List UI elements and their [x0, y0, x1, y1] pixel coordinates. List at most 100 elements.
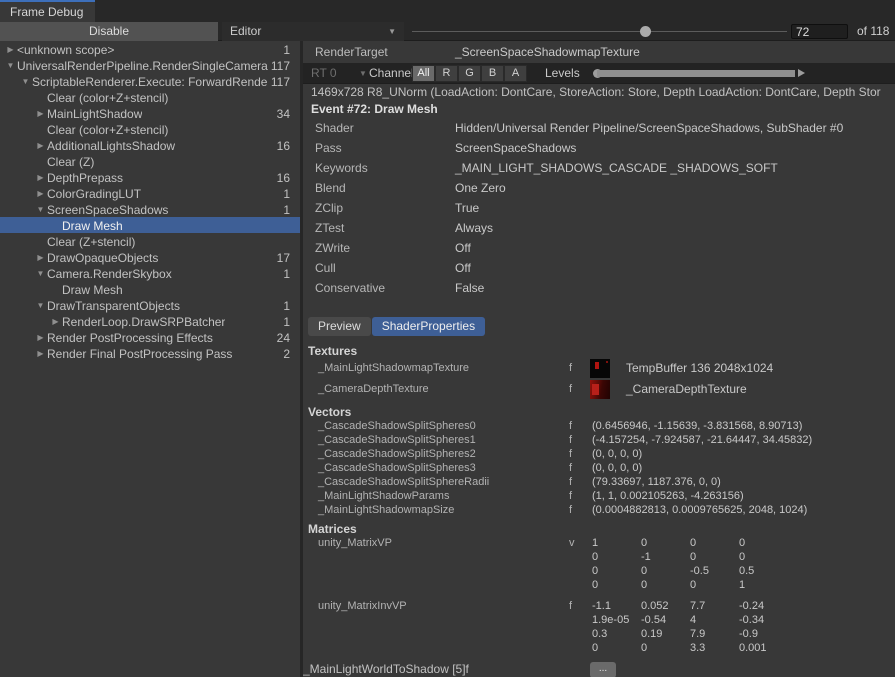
chevron-down-icon[interactable]: ▼: [19, 75, 32, 89]
matrix-cell: 0: [690, 578, 739, 592]
channel-button-g[interactable]: G: [458, 65, 481, 82]
tree-row[interactable]: Clear (color+Z+stencil): [0, 89, 300, 105]
chevron-right-icon[interactable]: ▶: [34, 107, 47, 121]
frame-number-input[interactable]: [791, 24, 848, 39]
matrix-cell: 0: [641, 564, 690, 578]
chevron-right-icon[interactable]: ▶: [34, 251, 47, 265]
chevron-right-icon[interactable]: ▶: [34, 139, 47, 153]
channel-button-a[interactable]: A: [504, 65, 527, 82]
chevron-right-icon[interactable]: ▶: [34, 331, 47, 345]
vector-flag: f: [569, 475, 572, 489]
matrix-line: 0001: [592, 578, 895, 592]
matrix-cell: 0: [739, 536, 788, 550]
chevron-down-icon: ▼: [388, 22, 396, 41]
tab-shaderproperties[interactable]: ShaderProperties: [372, 317, 485, 336]
matrix-cell: -0.5: [690, 564, 739, 578]
matrix-cell: 1.9e-05: [592, 613, 641, 627]
tree-row[interactable]: ▶RenderLoop.DrawSRPBatcher1: [0, 313, 300, 329]
matrix-cell: 0: [592, 578, 641, 592]
texture-flag: f: [569, 379, 572, 399]
texture-name: _CameraDepthTexture: [318, 379, 429, 399]
tree-row[interactable]: ▶MainLightShadow34: [0, 105, 300, 121]
chevron-down-icon[interactable]: ▼: [34, 203, 47, 217]
matrix-values: -1.10.0527.7-0.241.9e-05-0.544-0.340.30.…: [592, 599, 895, 655]
tab-preview[interactable]: Preview: [308, 317, 371, 336]
channel-button-r[interactable]: R: [435, 65, 458, 82]
matrix-cell: -0.9: [739, 627, 788, 641]
disable-button[interactable]: Disable: [0, 22, 218, 41]
vector-flag: f: [569, 503, 572, 517]
chevron-right-icon[interactable]: ▶: [34, 347, 47, 361]
tree-row[interactable]: Clear (Z): [0, 153, 300, 169]
tab-frame-debug[interactable]: Frame Debug: [0, 0, 95, 22]
vector-value: (0.6456946, -1.15639, -3.831568, 8.90713…: [592, 419, 802, 433]
matrix-cell: 1: [739, 578, 788, 592]
tree-row[interactable]: Draw Mesh: [0, 281, 300, 297]
frame-slider[interactable]: [412, 31, 787, 32]
levels-slider[interactable]: [593, 69, 805, 78]
tree-row-label: <unknown scope>: [17, 43, 114, 57]
matrix-cell: -0.54: [641, 613, 690, 627]
channel-button-all[interactable]: All: [412, 65, 435, 82]
tree-row[interactable]: ▼DrawTransparentObjects1: [0, 297, 300, 313]
matrix-cell: 0: [592, 641, 641, 655]
matrix-cell: 0: [690, 550, 739, 564]
property-label: Conservative: [315, 278, 455, 298]
frame-debugger-window: Frame Debug Disable Editor ▼ of 118 ▶<un…: [0, 0, 895, 677]
property-value: Hidden/Universal Render Pipeline/ScreenS…: [455, 121, 843, 135]
matrix-cell: 0: [641, 578, 690, 592]
tree-row[interactable]: ▶Render Final PostProcessing Pass2: [0, 345, 300, 361]
tree-row[interactable]: ▶DrawOpaqueObjects17: [0, 249, 300, 265]
chevron-right-icon[interactable]: ▶: [34, 187, 47, 201]
detail-tabs: PreviewShaderProperties: [308, 317, 895, 339]
tree-row-count: 24: [277, 331, 290, 345]
tree-row[interactable]: ▶Render PostProcessing Effects24: [0, 329, 300, 345]
channel-button-b[interactable]: B: [481, 65, 504, 82]
tree-row-label: Clear (color+Z+stencil): [47, 91, 168, 105]
channel-buttons: AllRGBA: [412, 65, 527, 82]
tree-row[interactable]: ▼ScreenSpaceShadows1: [0, 201, 300, 217]
vector-row: _CascadeShadowSplitSpheres3f(0, 0, 0, 0): [303, 461, 895, 475]
chevron-down-icon[interactable]: ▼: [4, 59, 17, 73]
texture-thumbnail[interactable]: [590, 380, 610, 399]
tree-row-label: Camera.RenderSkybox: [47, 267, 172, 281]
chevron-right-icon[interactable]: ▶: [4, 43, 17, 57]
event-tree: ▶<unknown scope>1▼UniversalRenderPipelin…: [0, 41, 300, 361]
property-label: Blend: [315, 178, 455, 198]
tree-row-count: 2: [283, 347, 290, 361]
chevron-right-icon[interactable]: ▶: [49, 315, 62, 329]
tree-row[interactable]: ▼ScriptableRenderer.Execute: ForwardRend…: [0, 73, 300, 89]
rt-dropdown[interactable]: RT 0 ▼: [311, 63, 367, 84]
expand-array-button[interactable]: ...: [590, 662, 616, 677]
levels-slider-max-handle[interactable]: [798, 69, 805, 77]
matrix-cell: 3.3: [690, 641, 739, 655]
chevron-down-icon[interactable]: ▼: [34, 267, 47, 281]
frame-slider-thumb[interactable]: [640, 26, 651, 37]
tree-row[interactable]: Clear (color+Z+stencil): [0, 121, 300, 137]
tree-row[interactable]: ▶ColorGradingLUT1: [0, 185, 300, 201]
frame-total-label: of 118: [857, 22, 889, 41]
matrix-line: 1.9e-05-0.544-0.34: [592, 613, 895, 627]
property-label: ZClip: [315, 198, 455, 218]
property-label: Keywords: [315, 158, 455, 178]
levels-slider-bar[interactable]: [597, 70, 795, 77]
vector-value: (-4.157254, -7.924587, -21.64447, 34.458…: [592, 433, 812, 447]
event-properties: ShaderHidden/Universal Render Pipeline/S…: [303, 118, 895, 298]
matrix-cell: -1.1: [592, 599, 641, 613]
tree-row[interactable]: ▶<unknown scope>1: [0, 41, 300, 57]
tree-row[interactable]: ▶DepthPrepass16: [0, 169, 300, 185]
tree-row-count: 1: [283, 267, 290, 281]
property-value: Off: [455, 241, 471, 255]
tree-row[interactable]: Draw Mesh: [0, 217, 300, 233]
chevron-down-icon[interactable]: ▼: [34, 299, 47, 313]
vector-row: _CascadeShadowSplitSpheres2f(0, 0, 0, 0): [303, 447, 895, 461]
vector-row: _MainLightShadowParamsf(1, 1, 0.00210526…: [303, 489, 895, 503]
editor-dropdown[interactable]: Editor ▼: [222, 22, 404, 41]
tree-row[interactable]: ▼Camera.RenderSkybox 1: [0, 265, 300, 281]
texture-thumbnail[interactable]: [590, 359, 610, 378]
tree-row[interactable]: ▼UniversalRenderPipeline.RenderSingleCam…: [0, 57, 300, 73]
tree-row[interactable]: ▶AdditionalLightsShadow16: [0, 137, 300, 153]
tree-row-count: 1: [283, 299, 290, 313]
chevron-right-icon[interactable]: ▶: [34, 171, 47, 185]
tree-row[interactable]: Clear (Z+stencil): [0, 233, 300, 249]
